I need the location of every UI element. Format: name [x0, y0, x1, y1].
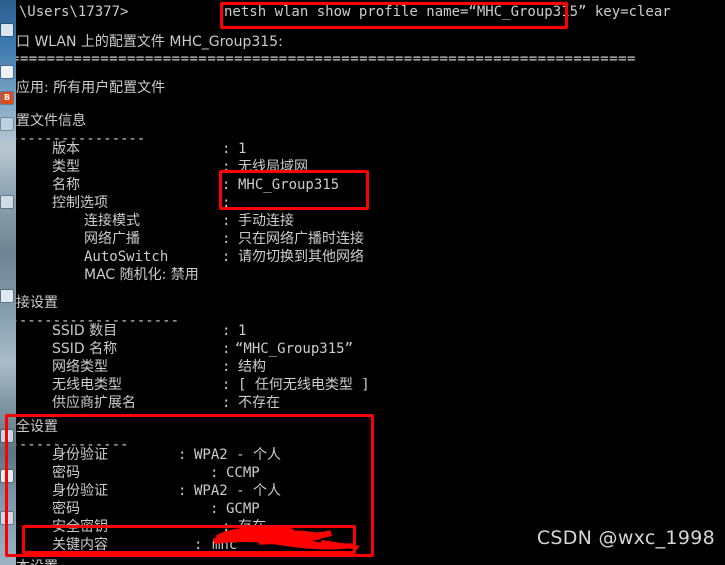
command-prompt-window[interactable]: C:\Users\17377> netsh wlan show profile …	[16, 0, 725, 565]
profile-info-title: 配置文件信息	[16, 113, 86, 129]
desktop-icon-8[interactable]	[1, 470, 13, 482]
conn-row-ssid-name-key: SSID 名称	[52, 341, 118, 357]
desktop-icon-2[interactable]	[1, 66, 13, 78]
conn-row-network-type-colon: :	[222, 359, 231, 375]
conn-row-ssid-name-colon: :	[222, 341, 231, 357]
profile-row-control-options-key: 控制选项	[52, 195, 108, 211]
profile-row-type-value-colon: :	[222, 159, 231, 175]
next-section-partial-title: 基本设置	[16, 558, 202, 565]
sec-row-key-content-value: mhc	[212, 537, 238, 553]
profile-row-autoswitch-value: 请勿切换到其他网络	[238, 249, 364, 265]
sec-row-auth2-value: WPA2 - 个人	[194, 483, 282, 499]
conn-row-radio-type-colon: :	[222, 377, 231, 393]
sec-row-key-content-key: 关键内容	[52, 537, 108, 553]
sec-row-cipher2-colon: :	[210, 501, 219, 517]
conn-row-radio-type-value: [ 任何无线电类型 ]	[238, 377, 370, 393]
sec-row-security-key-value: 存在	[238, 519, 266, 535]
sec-row-security-key-colon: :	[222, 519, 231, 535]
sec-row-auth2-key: 身份验证	[52, 483, 108, 499]
profile-row-name-key: 名称	[52, 177, 80, 193]
prompt-path: C:\Users\17377>	[16, 4, 129, 20]
security-settings-title: 安全设置	[16, 419, 58, 435]
desktop-icon-7-glyph: x	[4, 431, 10, 440]
profile-row-version-value: 1	[238, 141, 247, 157]
sec-row-auth1-colon: :	[178, 447, 187, 463]
profile-row-network-broadcast-key: 网络广播	[84, 231, 140, 247]
desktop-icon-7[interactable]: x	[1, 430, 13, 442]
sec-row-auth1-key: 身份验证	[52, 447, 108, 463]
sec-row-security-key-key: 安全密钥	[52, 519, 108, 535]
profile-row-connection-mode-key: 连接模式	[84, 213, 140, 229]
sec-row-auth2-colon: :	[178, 483, 187, 499]
conn-row-ssid-count-key: SSID 数目	[52, 323, 118, 339]
desktop-icon-4[interactable]	[1, 118, 13, 130]
profile-row-version-key: 版本	[52, 141, 80, 157]
sec-row-cipher1-value: CCMP	[226, 465, 260, 481]
profile-row-type-key: 类型	[52, 159, 80, 175]
sec-row-cipher2-value: GCMP	[226, 501, 260, 517]
profile-row-control-options-value-colon: :	[222, 195, 231, 211]
conn-row-network-type-key: 网络类型	[52, 359, 108, 375]
sec-row-cipher1-colon: :	[210, 465, 219, 481]
profile-row-type-value: 无线局域网	[238, 159, 308, 175]
desktop-icon-3[interactable]: B	[1, 92, 13, 104]
applied-line: 已应用: 所有用户配置文件	[16, 80, 166, 96]
connection-settings-title: 连接设置	[16, 295, 58, 311]
csdn-watermark: CSDN @wxc_1998	[536, 527, 715, 549]
conn-row-network-type-value: 结构	[238, 359, 266, 375]
profile-info-underline: -----------------	[16, 131, 146, 147]
screenshot-root: B x C:\Users\17377> netsh wlan show prof…	[0, 0, 725, 565]
profile-row-network-broadcast-value: 只在网络广播时连接	[238, 231, 364, 247]
desktop-icon-3-glyph: B	[3, 93, 11, 102]
profile-row-version-value-colon: :	[222, 141, 231, 157]
profile-row-autoswitch-key: AutoSwitch	[84, 249, 169, 265]
conn-row-vendor-ext-key: 供应商扩展名	[52, 395, 136, 411]
profile-row-network-broadcast-value-colon: :	[222, 231, 231, 247]
conn-row-vendor-ext-value: 不存在	[238, 395, 280, 411]
sec-row-key-content-colon: :	[194, 537, 203, 553]
desktop-icon-9[interactable]	[1, 512, 13, 524]
conn-row-radio-type-key: 无线电类型	[52, 377, 122, 393]
profile-row-mac-randomization: MAC 随机化: 禁用	[84, 267, 199, 283]
profile-row-connection-mode-value-colon: :	[222, 213, 231, 229]
profile-row-name-value: MHC_Group315	[238, 177, 340, 193]
sec-row-cipher1-key: 密码	[52, 465, 80, 481]
command-text: netsh wlan show profile name=“MHC_Group3…	[224, 4, 671, 20]
desktop-icon-1[interactable]	[1, 24, 13, 36]
conn-row-vendor-ext-colon: :	[222, 395, 231, 411]
conn-row-ssid-count-value: 1	[238, 323, 247, 339]
desktop-icon-6[interactable]	[1, 290, 13, 302]
header-rule: ========================================…	[16, 51, 636, 67]
conn-row-ssid-name-value: “MHC_Group315”	[235, 341, 354, 357]
profile-row-connection-mode-value: 手动连接	[238, 213, 294, 229]
interface-profile-line: 接口 WLAN 上的配置文件 MHC_Group315:	[16, 34, 283, 50]
sec-row-auth1-value: WPA2 - 个人	[194, 447, 282, 463]
profile-row-name-value-colon: :	[222, 177, 231, 193]
desktop-icon-5[interactable]	[1, 196, 13, 208]
desktop-background-strip: B x	[0, 0, 16, 565]
conn-row-ssid-count-colon: :	[222, 323, 231, 339]
profile-row-autoswitch-value-colon: :	[222, 249, 231, 265]
sec-row-cipher2-key: 密码	[52, 501, 80, 517]
